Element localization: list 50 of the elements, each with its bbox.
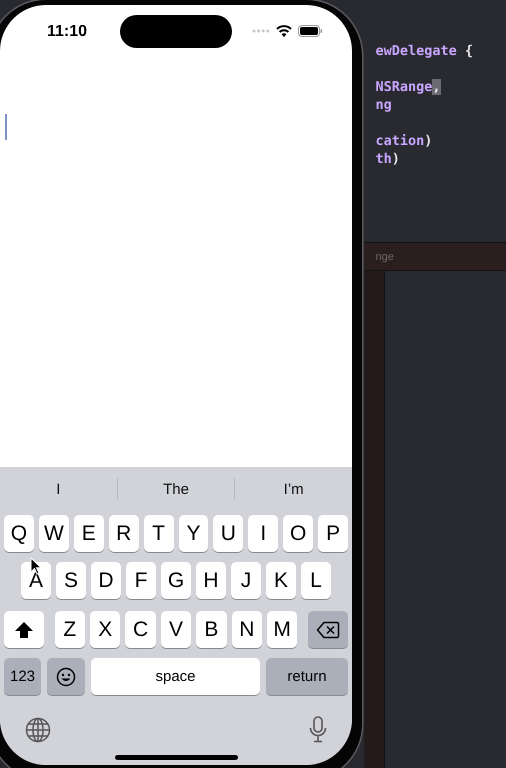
letter-key[interactable]: P (318, 515, 348, 552)
code-line: NSRange, (376, 78, 442, 96)
code-line: th) (376, 150, 401, 168)
letter-key[interactable]: W (38, 515, 69, 552)
code-line: cation) (376, 132, 434, 150)
text-cursor (5, 114, 7, 140)
status-time: 11:10 (47, 23, 88, 41)
letter-key[interactable]: O (283, 515, 314, 552)
letter-key[interactable]: T (144, 515, 174, 552)
letter-key[interactable]: X (90, 611, 120, 648)
suggestion[interactable]: I’m (235, 476, 352, 502)
numbers-key[interactable]: 123 (4, 658, 41, 695)
letter-key[interactable]: Z (54, 611, 86, 648)
emoji-key[interactable] (47, 658, 85, 695)
globe-icon[interactable] (25, 716, 51, 742)
letter-key[interactable]: G (161, 562, 191, 599)
letter-key[interactable]: E (74, 515, 104, 552)
letter-key[interactable]: Q (4, 515, 34, 552)
letter-key[interactable]: F (126, 562, 156, 599)
letter-key[interactable]: C (125, 611, 156, 648)
letter-key[interactable]: J (231, 562, 261, 599)
return-key[interactable]: return (266, 658, 348, 695)
letter-key[interactable]: R (108, 515, 139, 552)
letter-key[interactable]: K (266, 562, 296, 599)
battery-icon (298, 25, 323, 37)
letter-key[interactable]: Y (178, 515, 208, 552)
code-line: ewDelegate { (376, 42, 474, 60)
letter-key[interactable]: N (232, 611, 262, 648)
letter-key[interactable]: L (301, 562, 331, 599)
microphone-icon[interactable] (309, 716, 327, 743)
shift-arrow-icon (14, 620, 34, 638)
letter-key[interactable]: U (213, 515, 244, 552)
letter-key[interactable]: D (91, 562, 121, 599)
code-line: ng (376, 96, 393, 114)
letter-key[interactable]: S (56, 562, 86, 599)
letter-key[interactable]: M (266, 611, 298, 648)
panel-title: nge (376, 250, 394, 262)
suggestion[interactable]: I (0, 476, 117, 502)
space-key[interactable]: space (91, 658, 260, 695)
delete-key[interactable] (308, 611, 348, 648)
backspace-icon (316, 620, 340, 638)
suggestion[interactable]: The (118, 476, 234, 502)
smiley-icon (56, 666, 76, 686)
wifi-icon (276, 25, 292, 37)
signal-icon (252, 29, 270, 33)
letter-key[interactable]: H (196, 562, 226, 599)
letter-key[interactable]: B (196, 611, 227, 648)
letter-key[interactable]: I (248, 515, 278, 552)
shift-key[interactable] (4, 611, 44, 648)
letter-key[interactable]: V (160, 611, 192, 648)
